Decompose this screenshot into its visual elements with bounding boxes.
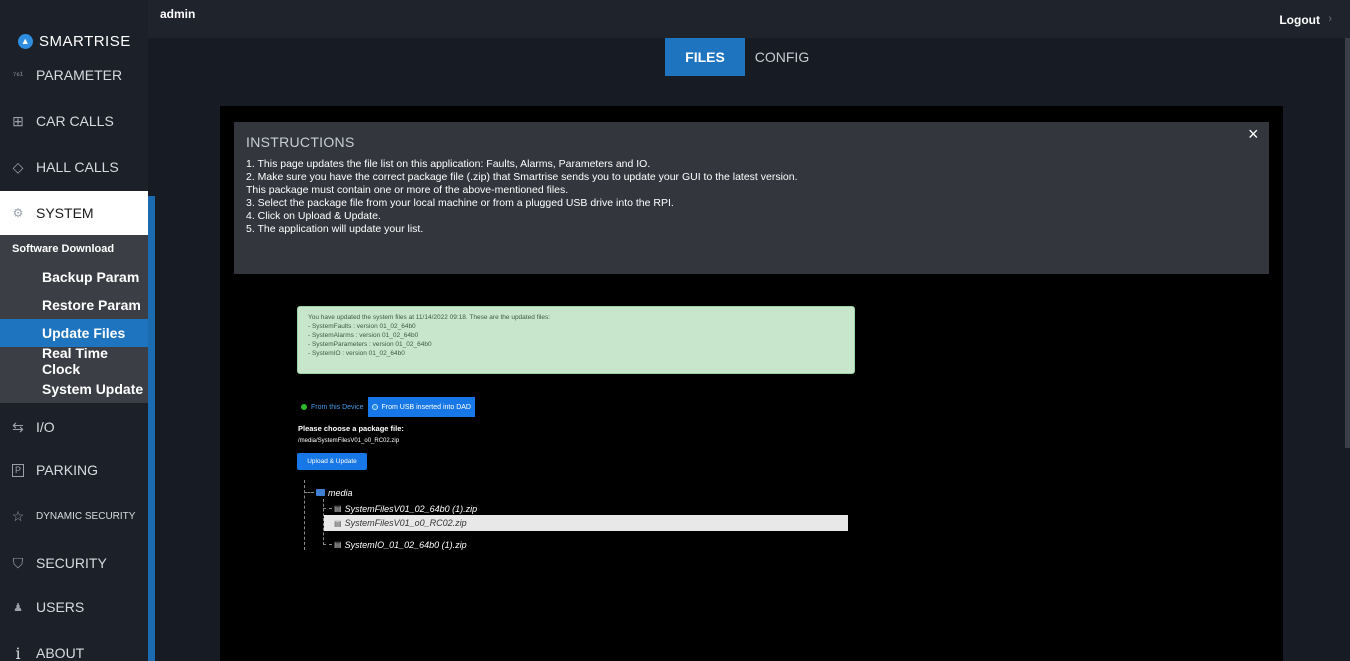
sidebar-item-parking[interactable]: P PARKING — [0, 455, 148, 485]
submenu-system-update[interactable]: System Update — [0, 375, 148, 403]
close-icon[interactable]: × — [1248, 124, 1259, 145]
radio-label: From USB inserted into DAD — [381, 403, 471, 411]
parameter-icon: ⁷⁶¹ — [13, 70, 23, 80]
sidebar-item-label: SECURITY — [36, 555, 107, 571]
shield-icon: ⛉ — [12, 554, 24, 571]
tab-files[interactable]: FILES — [665, 38, 745, 76]
sidebar-item-label: HALL CALLS — [36, 159, 119, 175]
sidebar-item-label: SYSTEM — [36, 205, 94, 221]
sidebar-accent-strip — [148, 196, 155, 661]
sidebar-item-hall-calls[interactable]: ◇ HALL CALLS — [0, 150, 148, 184]
sidebar-item-car-calls[interactable]: ⊞ CAR CALLS — [0, 105, 148, 137]
choose-package-label: Please choose a package file: — [298, 424, 404, 433]
selected-file-path: /media/SystemFilesV01_o0_RC02.zip — [298, 438, 400, 444]
info-icon: i — [15, 643, 21, 661]
alert-line: You have updated the system files at 11/… — [308, 314, 550, 321]
sidebar-item-label: USERS — [36, 599, 85, 615]
sidebar-item-dynamic-security[interactable]: ☆ DYNAMIC SECURITY — [0, 502, 148, 530]
file-icon: ▤ — [334, 540, 342, 549]
instruction-line: 4. Click on Upload & Update. — [246, 210, 381, 222]
tree-file-label: SystemIO_01_02_64b0 (1).zip — [344, 539, 467, 550]
tree-file[interactable]: ▤ SystemFilesV01_02_64b0 (1).zip — [334, 502, 477, 515]
app-root: ▲ SMARTRISE ⁷⁶¹ PARAMETER ⊞ CAR CALLS ◇ … — [0, 0, 1350, 661]
tree-guide-line — [304, 480, 305, 550]
instructions-box: INSTRUCTIONS 1. This page updates the fi… — [234, 122, 1269, 274]
sidebar-item-label: PARKING — [36, 462, 98, 478]
brand-name: SMARTRISE — [39, 32, 131, 50]
instruction-line: 5. The application will update your list… — [246, 223, 424, 235]
sidebar-item-users[interactable]: ♟ USERS — [0, 592, 148, 622]
sidebar-item-parameter[interactable]: ⁷⁶¹ PARAMETER — [0, 60, 148, 90]
sidebar: ▲ SMARTRISE ⁷⁶¹ PARAMETER ⊞ CAR CALLS ◇ … — [0, 0, 155, 661]
users-icon: ♟ — [13, 601, 23, 614]
sidebar-item-system[interactable]: ⚙ SYSTEM — [0, 191, 148, 235]
smartrise-logo-icon: ▲ — [18, 33, 33, 49]
user-name: admin — [160, 7, 196, 21]
tree-folder-label: media — [328, 487, 353, 498]
submenu-real-time-clock[interactable]: Real Time Clock — [0, 345, 148, 377]
sidebar-item-security[interactable]: ⛉ SECURITY — [0, 548, 148, 578]
submenu-update-files[interactable]: Update Files — [0, 319, 148, 347]
page-scrollbar[interactable] — [1345, 38, 1350, 448]
radio-from-device[interactable]: From this Device — [297, 397, 368, 417]
sidebar-item-io[interactable]: ⇆ I/O — [0, 412, 148, 442]
tree-file-label: SystemFilesV01_o0_RC02.zip — [344, 518, 467, 528]
logout-button[interactable]: Logout — [1279, 13, 1320, 27]
tree-guide-line — [304, 492, 314, 493]
radio-label: From this Device — [311, 403, 364, 411]
instruction-line: This package must contain one or more of… — [246, 184, 569, 196]
file-icon: ▤ — [334, 504, 342, 513]
sidebar-item-label: I/O — [36, 419, 55, 435]
radio-dot-icon — [371, 404, 378, 410]
instruction-line: 2. Make sure you have the correct packag… — [246, 171, 798, 183]
instructions-heading: INSTRUCTIONS — [246, 134, 355, 150]
instruction-line: 1. This page updates the file list on th… — [246, 158, 651, 170]
hall-calls-icon: ◇ — [12, 158, 24, 175]
sidebar-item-label: DYNAMIC SECURITY — [36, 510, 136, 522]
tab-config[interactable]: CONFIG — [752, 38, 812, 76]
file-icon: ▤ — [334, 518, 342, 528]
tree-file[interactable]: ▤ SystemIO_01_02_64b0 (1).zip — [334, 538, 467, 551]
brand-logo[interactable]: ▲ SMARTRISE — [18, 30, 131, 52]
tree-folder-media[interactable]: media — [316, 486, 353, 499]
sidebar-item-label: PARAMETER — [36, 67, 123, 83]
submenu-backup-param[interactable]: Backup Param — [0, 263, 148, 291]
car-calls-icon: ⊞ — [12, 112, 24, 129]
tree-file-label: SystemFilesV01_02_64b0 (1).zip — [344, 503, 478, 514]
folder-open-icon — [316, 489, 325, 496]
upload-update-button[interactable]: Upload & Update — [297, 453, 367, 470]
alert-line: - SystemParameters : version 01_02_64b0 — [308, 341, 432, 348]
tree-guide-line — [323, 508, 332, 509]
radio-from-usb[interactable]: From USB inserted into DAD — [367, 397, 475, 417]
parking-icon: P — [12, 463, 24, 477]
sidebar-item-about[interactable]: i ABOUT — [0, 640, 148, 661]
gear-icon: ⚙ — [12, 206, 24, 220]
alert-line: - SystemAlarms : version 01_02_64b0 — [308, 332, 419, 339]
tree-guide-line — [323, 544, 332, 545]
update-success-alert: You have updated the system files at 11/… — [297, 306, 855, 374]
star-icon: ☆ — [11, 507, 25, 524]
tree-file-selected[interactable]: ▤ SystemFilesV01_o0_RC02.zip — [324, 515, 848, 531]
io-arrows-icon: ⇆ — [12, 418, 24, 435]
sidebar-item-label: ABOUT — [36, 645, 85, 661]
alert-line: - SystemFaults : version 01_02_64b0 — [308, 323, 416, 330]
submenu-software-download[interactable]: Software Download — [0, 235, 148, 263]
sidebar-item-label: CAR CALLS — [36, 113, 114, 129]
submenu-restore-param[interactable]: Restore Param — [0, 291, 148, 319]
chevron-right-icon: › — [1328, 13, 1332, 25]
alert-line: - SystemIO : version 01_02_64b0 — [308, 350, 405, 357]
instruction-line: 3. Select the package file from your loc… — [246, 197, 674, 209]
source-radio-group: From this Device From USB inserted into … — [297, 397, 475, 417]
radio-dot-icon — [301, 404, 307, 410]
top-bar: admin Logout › — [148, 0, 1350, 38]
